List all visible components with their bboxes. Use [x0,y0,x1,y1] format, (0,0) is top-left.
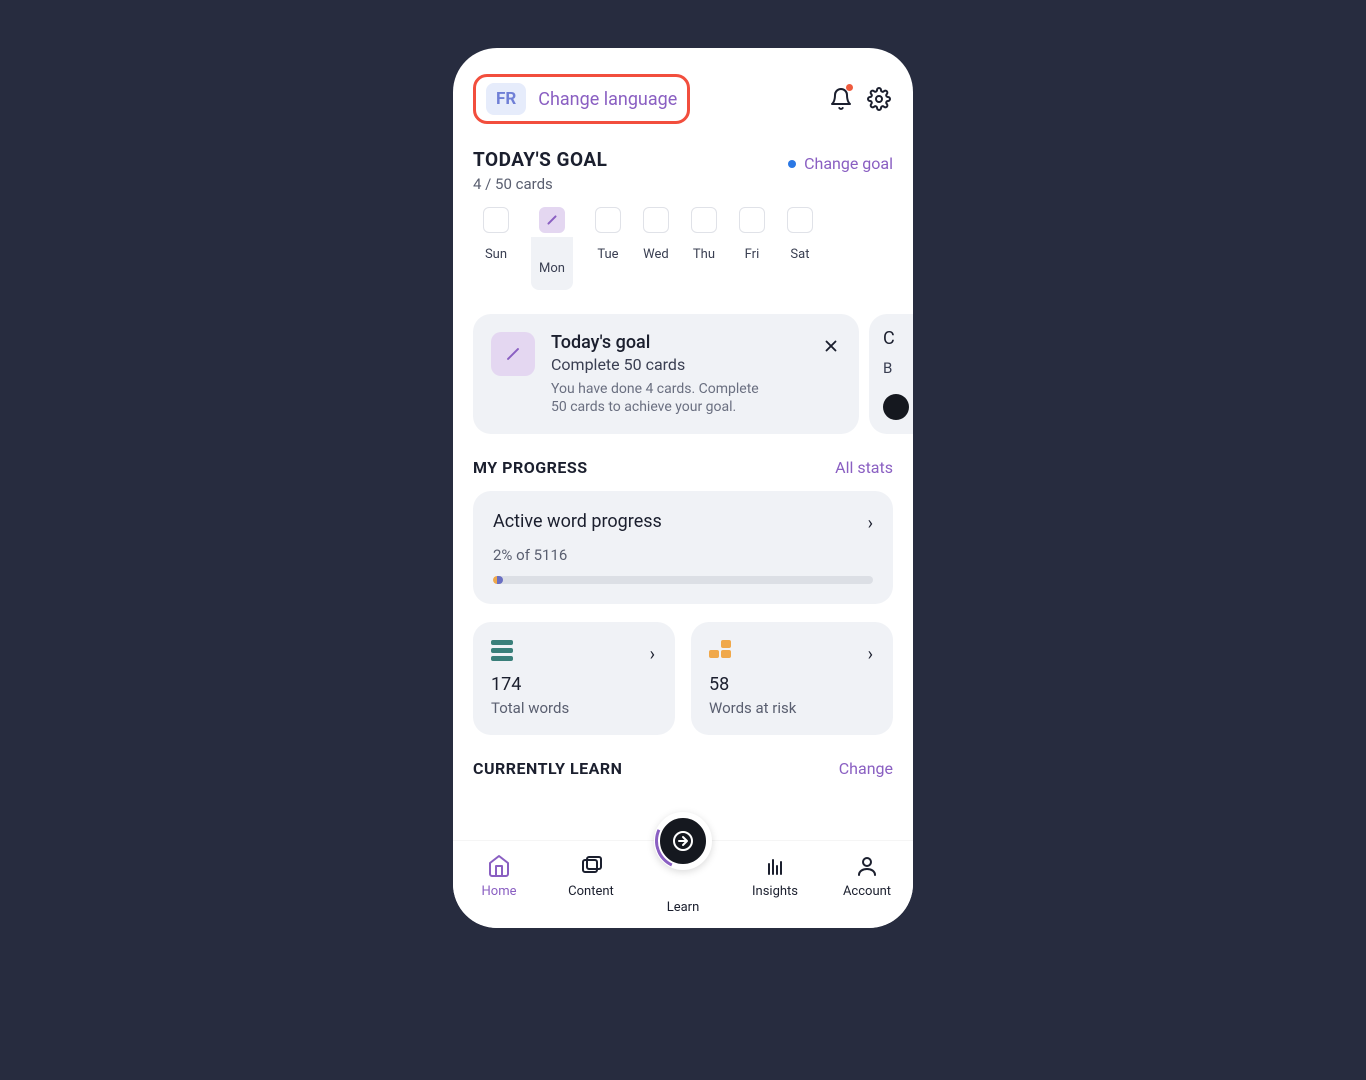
total-words-label: Total words [491,699,657,717]
currently-learning-title: CURRENTLY LEARN [473,759,622,778]
indicator-dot [788,160,796,168]
goal-card-subtitle: Complete 50 cards [551,355,771,374]
chevron-right-icon: › [868,644,873,665]
progress-title: MY PROGRESS [473,458,588,477]
day-wed[interactable]: Wed [643,207,669,290]
settings-icon[interactable] [865,85,893,113]
progress-bar [493,576,873,584]
scroll-area: FR Change language TODAY'S GOAL 4 / 50 c… [453,48,913,928]
cards-row: Today's goal Complete 50 cards You have … [473,314,893,434]
bottom-nav: Home Content Learn Insights Account [453,840,913,928]
nav-content[interactable]: Content [555,854,627,899]
day-fri[interactable]: Fri [739,207,765,290]
day-mon[interactable]: Mon [531,207,573,290]
grid-icon [709,640,735,656]
nav-insights[interactable]: Insights [739,854,811,899]
change-language-label: Change language [538,89,677,110]
language-badge: FR [486,83,526,115]
day-thu[interactable]: Thu [691,207,717,290]
day-sat[interactable]: Sat [787,207,813,290]
insights-icon [763,854,787,878]
progress-card-title: Active word progress [493,511,873,532]
goal-title: TODAY'S GOAL [473,148,607,171]
goal-header: TODAY'S GOAL 4 / 50 cards Change goal [473,148,893,193]
stats-row: › 174 Total words › 58 Words at risk [473,622,893,735]
change-goal-link[interactable]: Change goal [788,154,893,173]
day-sun[interactable]: Sun [483,207,509,290]
words-at-risk-label: Words at risk [709,699,875,717]
progress-header: MY PROGRESS All stats [473,458,893,477]
list-icon [491,640,517,656]
top-bar: FR Change language [473,74,893,124]
words-at-risk-count: 58 [709,674,875,695]
all-stats-link[interactable]: All stats [835,458,893,477]
notification-dot [846,84,853,91]
progress-card-sub: 2% of 5116 [493,546,873,564]
goal-card-title: Today's goal [551,332,771,353]
content-icon [579,854,603,878]
change-learning-link[interactable]: Change [839,759,893,778]
side-dot [883,394,909,420]
account-icon [855,854,879,878]
nav-account[interactable]: Account [831,854,903,899]
pencil-icon [547,215,557,225]
phone-frame: FR Change language TODAY'S GOAL 4 / 50 c… [453,48,913,928]
goal-progress: 4 / 50 cards [473,175,607,193]
goal-card-desc: You have done 4 cards. Complete 50 cards… [551,380,771,416]
week-strip: Sun Mon Tue Wed Thu Fri Sat [473,207,893,290]
total-words-card[interactable]: › 174 Total words [473,622,675,735]
todays-goal-card[interactable]: Today's goal Complete 50 cards You have … [473,314,859,434]
chevron-right-icon: › [650,644,655,665]
home-icon [487,854,511,878]
day-tue[interactable]: Tue [595,207,621,290]
notifications-icon[interactable] [827,85,855,113]
pencil-icon [491,332,535,376]
language-selector[interactable]: FR Change language [473,74,690,124]
words-at-risk-card[interactable]: › 58 Words at risk [691,622,893,735]
active-word-progress-card[interactable]: Active word progress › 2% of 5116 [473,491,893,604]
close-icon[interactable] [821,336,841,356]
nav-home[interactable]: Home [463,854,535,899]
currently-learning-header: CURRENTLY LEARN Change [473,759,893,778]
chevron-right-icon: › [868,513,873,534]
learn-fab[interactable] [654,812,712,870]
total-words-count: 174 [491,674,657,695]
side-card[interactable]: C B [869,314,913,434]
